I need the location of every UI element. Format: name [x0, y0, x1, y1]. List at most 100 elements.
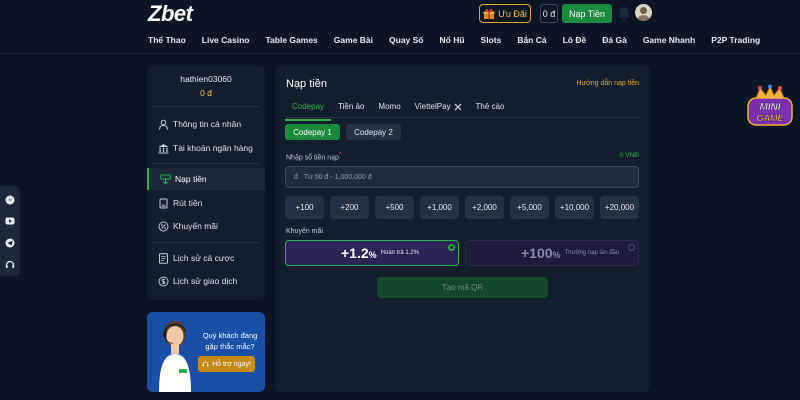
tab-crypto[interactable]: Tiền ảo: [331, 97, 371, 117]
sidebar-divider: [153, 242, 259, 243]
nav-quay-so[interactable]: Quay Số: [381, 30, 431, 50]
mini-game-badge[interactable]: MINI GAME: [746, 84, 794, 128]
nav-p2p-trading[interactable]: P2P Trading: [703, 30, 768, 50]
sidebar-divider: [153, 163, 259, 164]
sidebar-item-deposit[interactable]: Nạp tiền: [147, 168, 265, 190]
deposit-icon: [160, 174, 171, 185]
promotions-label: Ưu Đãi: [498, 8, 527, 19]
nav-divider: [0, 53, 800, 54]
sidebar-item-label: Lịch sử giao dịch: [173, 276, 238, 286]
nav-da-ga[interactable]: Đá Gà: [594, 30, 635, 50]
nav-ban-ca[interactable]: Bắn Cá: [509, 30, 554, 50]
bet-history-icon: [159, 252, 168, 264]
page-title: Nạp tiền: [286, 78, 327, 90]
sidebar-item-label: Rút tiền: [173, 198, 203, 208]
tab-label: ViettelPay: [414, 102, 451, 111]
promo-value-number: +1.2: [341, 245, 369, 261]
quick-amount-button[interactable]: +20,000: [600, 196, 639, 219]
social-float-bar: [0, 186, 20, 276]
tab-scratch-card[interactable]: Thẻ cào: [469, 97, 512, 117]
required-marker: *: [338, 152, 342, 158]
zbet-logo[interactable]: Zbet: [148, 1, 193, 27]
tab-label: Thẻ cào: [475, 102, 505, 111]
quick-amount-button[interactable]: +1,000: [420, 196, 459, 219]
sidebar-item-label: Thông tin cá nhân: [173, 119, 242, 129]
tab-momo[interactable]: Momo: [371, 97, 407, 117]
header-deposit-button[interactable]: Nạp Tiền: [562, 4, 612, 23]
amount-input[interactable]: đ Từ 50 đ - 1,000,000 đ: [285, 166, 639, 188]
quick-amount-button[interactable]: +10,000: [555, 196, 594, 219]
sidebar-item-bank-account[interactable]: Tài khoản ngân hàng: [147, 137, 265, 159]
tab-label: Momo: [378, 102, 401, 111]
support-agent-illustration: [159, 321, 191, 392]
transaction-history-icon: [158, 276, 169, 286]
sidebar-item-promotions[interactable]: Khuyến mãi: [147, 215, 265, 237]
promo-option-first-deposit[interactable]: +100% Thưởng nạp lần đầu: [465, 240, 639, 266]
tab-viettelpay[interactable]: ViettelPay: [408, 97, 469, 117]
youtube-icon[interactable]: [5, 216, 15, 226]
quick-amount-button[interactable]: +2,000: [465, 196, 504, 219]
tab-codepay-2[interactable]: Codepay 2: [346, 124, 401, 140]
tabs-divider: [285, 117, 640, 118]
create-qr-button[interactable]: Tạo mã QR: [377, 277, 548, 298]
headset-icon[interactable]: [5, 260, 15, 270]
sidebar-item-label: Khuyến mãi: [173, 221, 218, 231]
support-now-label: Hỗ trợ ngay!: [212, 360, 251, 368]
sidebar-item-withdraw[interactable]: Rút tiền: [147, 192, 265, 214]
nav-lo-de[interactable]: Lô Đề: [555, 30, 595, 50]
amount-placeholder: Từ 50 đ - 1,000,000 đ: [303, 173, 372, 181]
tab-label: Tiền ảo: [338, 102, 365, 111]
sidebar-item-label: Lịch sử cá cược: [173, 253, 235, 263]
sidebar-item-personal-info[interactable]: Thông tin cá nhân: [147, 113, 265, 135]
notification-bell-icon[interactable]: [617, 5, 631, 22]
sidebar-item-transaction-history[interactable]: Lịch sử giao dịch: [147, 270, 265, 292]
sidebar-item-bet-history[interactable]: Lịch sử cá cược: [147, 247, 265, 269]
nav-game-bai[interactable]: Game Bài: [326, 30, 381, 50]
deposit-guide-link[interactable]: Hướng dẫn nạp tiền: [576, 80, 639, 87]
quick-amount-button[interactable]: +500: [375, 196, 414, 219]
promo-value: +100%: [521, 245, 561, 261]
quick-amount-button[interactable]: +100: [285, 196, 324, 219]
promo-desc: Thưởng nạp lần đầu: [564, 250, 620, 256]
amount-label-text: Nhập số tiền nạp: [286, 154, 339, 162]
support-banner: Quý khách đang gặp thắc mắc? Hỗ trợ ngay…: [147, 312, 265, 392]
header: Zbet Ưu Đãi 0 đ Nạp Tiền: [0, 0, 800, 26]
user-avatar[interactable]: [635, 4, 652, 21]
bank-icon: [158, 143, 169, 153]
sidebar-divider: [153, 106, 259, 107]
gift-icon: [483, 8, 495, 19]
amount-value: 0 VNĐ: [619, 152, 639, 159]
tab-codepay[interactable]: Codepay: [285, 97, 332, 121]
nav-live-casino[interactable]: Live Casino: [194, 30, 258, 50]
support-now-button[interactable]: Hỗ trợ ngay!: [198, 356, 255, 372]
main-nav: Thể Thao Live Casino Table Games Game Bà…: [140, 30, 768, 50]
amount-label: Nhập số tiền nạp*: [286, 152, 341, 161]
withdraw-icon: [159, 198, 168, 208]
nav-game-nhanh[interactable]: Game Nhanh: [635, 30, 703, 50]
promo-radio-selected[interactable]: [448, 244, 455, 251]
codepay-sub-tabs: Codepay 1 Codepay 2: [285, 124, 401, 140]
promo-value-number: +100: [521, 245, 553, 261]
promo-radio[interactable]: [628, 244, 635, 251]
promo-option-cashback[interactable]: +1.2% Hoàn trả 1.2%: [285, 240, 459, 266]
nav-table-games[interactable]: Table Games: [258, 30, 326, 50]
promo-value: +1.2%: [341, 245, 377, 261]
nav-slots[interactable]: Slots: [473, 30, 510, 50]
quick-amount-button[interactable]: +200: [330, 196, 369, 219]
sidebar-balance: 0 đ: [200, 88, 212, 98]
deposit-panel: Nạp tiền Hướng dẫn nạp tiền Codepay Tiền…: [275, 66, 650, 392]
support-question: Quý khách đang gặp thắc mắc?: [202, 331, 258, 351]
telegram-icon[interactable]: [5, 238, 15, 248]
tab-codepay-1[interactable]: Codepay 1: [285, 124, 340, 140]
messenger-icon[interactable]: [5, 195, 15, 205]
account-sidebar: hathien03060 0 đ Thông tin cá nhân Tài k…: [147, 66, 265, 300]
nav-the-thao[interactable]: Thể Thao: [140, 30, 194, 50]
nav-no-hu[interactable]: Nổ Hũ: [432, 30, 473, 50]
promotions-button[interactable]: Ưu Đãi: [479, 4, 531, 23]
promo-icon: [158, 221, 169, 231]
username: hathien03060: [180, 74, 232, 84]
mini-game-line2: GAME: [757, 113, 785, 123]
promo-section-label: Khuyến mãi: [286, 228, 323, 235]
payment-method-tabs: Codepay Tiền ảo Momo ViettelPay Thẻ cào: [285, 97, 512, 121]
quick-amount-button[interactable]: +5,000: [510, 196, 549, 219]
